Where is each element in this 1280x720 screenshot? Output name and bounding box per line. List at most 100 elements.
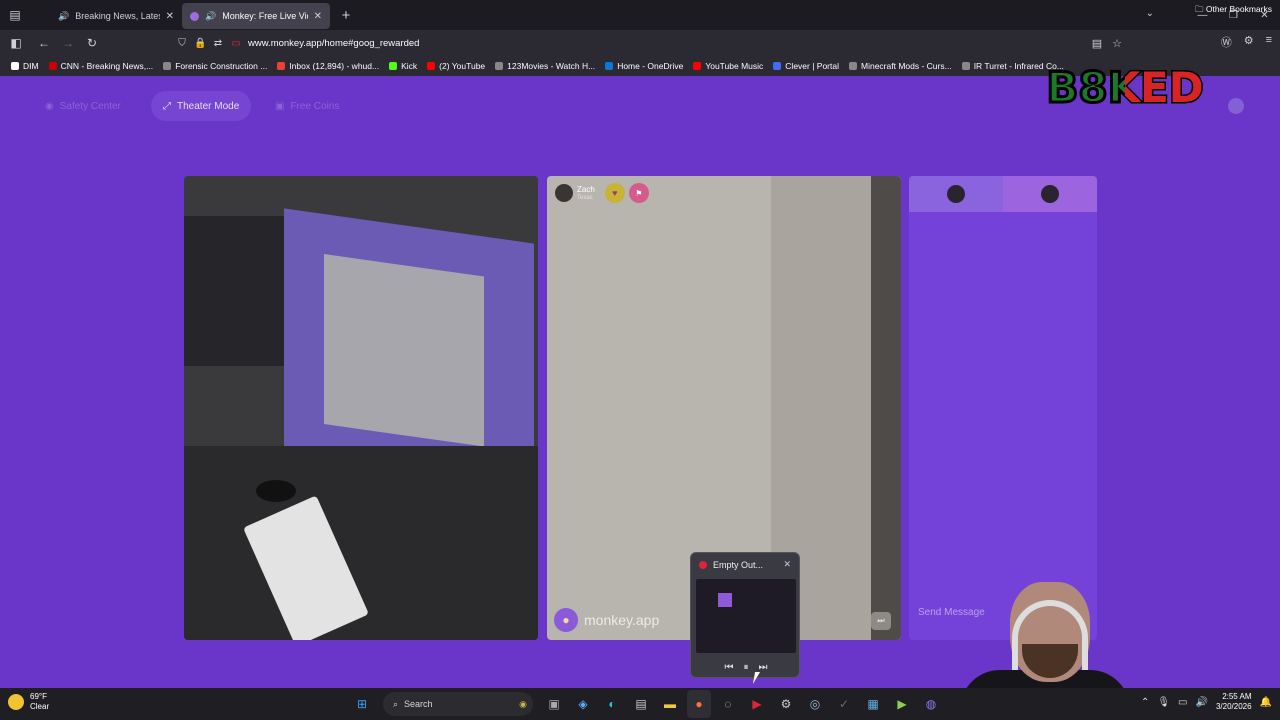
clock[interactable]: 2:55 AM 3/20/2026 — [1216, 692, 1252, 712]
steam-icon[interactable]: ◎ — [803, 690, 827, 718]
monkey-favicon-icon — [190, 11, 199, 21]
bookmark-label: Home - OneDrive — [617, 61, 684, 71]
store-icon[interactable]: ▤ — [629, 690, 653, 718]
folder-icon: 🗀 — [1194, 4, 1204, 14]
weather-widget[interactable]: 69°F Clear — [8, 692, 49, 712]
bookmark-item[interactable]: Minecraft Mods - Curs... — [844, 61, 957, 71]
bookmark-favicon-icon — [11, 62, 19, 70]
notification-icon[interactable]: 🔔 — [1260, 697, 1272, 708]
coins-icon: ▣ — [275, 100, 285, 112]
lock-icon[interactable]: 🔒 — [194, 38, 206, 49]
chevron-down-icon[interactable]: ⌄ — [1146, 8, 1154, 19]
bookmark-item[interactable]: CNN - Breaking News,... — [44, 61, 159, 71]
photos-icon[interactable]: ▦ — [861, 690, 885, 718]
camera-indicator-icon[interactable]: ▭ — [230, 38, 242, 49]
close-icon[interactable]: ✕ — [783, 559, 791, 570]
tab-list-icon[interactable]: ▤ — [2, 3, 28, 27]
safety-center-button[interactable]: ◉ Safety Center — [33, 91, 133, 121]
url-bar[interactable]: ⛉ 🔒 ⇄ ▭ www.monkey.app/home#goog_rewarde… — [176, 32, 1132, 54]
monkey-watermark: ● monkey.app — [554, 608, 659, 632]
windows-start-icon[interactable]: ⊞ — [350, 690, 374, 718]
heart-icon[interactable]: ♥ — [604, 183, 625, 203]
permissions-icon[interactable]: ⇄ — [212, 38, 224, 49]
search-label: Search — [404, 699, 433, 709]
monkey-logo-icon: ● — [554, 608, 578, 632]
app-icon[interactable]: ✓ — [832, 690, 856, 718]
bookmark-label: 123Movies - Watch H... — [507, 61, 596, 71]
app-icon[interactable]: ◌ — [716, 690, 740, 718]
report-icon[interactable]: ⚑ — [628, 183, 649, 203]
forward-icon[interactable]: → — [56, 32, 80, 54]
partner-location: Texas — [577, 194, 593, 201]
tab-cnn[interactable]: 🔊 Breaking News, Latest News ✕ — [50, 3, 182, 29]
new-tab-button[interactable]: + — [334, 7, 358, 24]
tab-monkey[interactable]: 🔊 Monkey: Free Live Video Chat ✕ — [182, 3, 330, 29]
skip-button[interactable]: ⏭ — [871, 612, 891, 630]
bookmark-star-icon[interactable]: ☆ — [1112, 37, 1122, 50]
edge-icon[interactable]: ◐ — [600, 690, 624, 718]
bookmark-item[interactable]: YouTube Music — [688, 61, 768, 71]
taskbar-search[interactable]: ⌕ Search ◉ — [383, 692, 533, 716]
bookmark-favicon-icon — [163, 62, 172, 70]
close-icon[interactable]: ✕ — [166, 11, 174, 22]
bookmark-label: (2) YouTube — [439, 61, 486, 71]
firefox-icon[interactable]: ● — [687, 690, 711, 718]
volume-icon[interactable]: 🔊 — [1196, 697, 1208, 708]
media-player-popup[interactable]: Empty Out... ✕ ⏮ ⏸ ⏭ — [690, 552, 800, 678]
bookmark-item[interactable]: Home - OneDrive — [600, 61, 688, 71]
settings-icon[interactable]: ⚙ — [774, 690, 798, 718]
bookmark-favicon-icon — [849, 62, 857, 70]
weather-desc: Clear — [30, 702, 50, 711]
microphone-icon[interactable]: 🎙 — [1157, 697, 1170, 708]
bookmark-item[interactable]: 123Movies - Watch H... — [490, 61, 600, 71]
bookmark-label: Clever | Portal — [785, 61, 839, 71]
free-coins-label: Free Coins — [290, 100, 340, 112]
chat-tab-partner[interactable] — [1003, 176, 1097, 212]
partner-name: Zach — [577, 184, 595, 194]
file-explorer-icon[interactable]: ▬ — [658, 690, 682, 718]
sidebar-toggle-icon[interactable]: ◧ — [4, 32, 28, 54]
free-coins-button[interactable]: ▣ Free Coins — [263, 91, 351, 121]
bookmark-favicon-icon — [495, 62, 504, 70]
search-highlight-icon: ◉ — [519, 698, 527, 709]
bookmark-item[interactable]: Inbox (12,894) - whud... — [272, 61, 384, 71]
task-view-icon[interactable]: ▣ — [542, 690, 566, 718]
bookmark-item[interactable]: Kick — [384, 61, 422, 71]
clock-time: 2:55 AM — [1222, 692, 1252, 701]
bookmark-favicon-icon — [389, 62, 398, 70]
network-icon[interactable]: ▭ — [1178, 697, 1187, 708]
copilot-icon[interactable]: ◈ — [571, 690, 595, 718]
avatar — [1041, 185, 1059, 203]
discord-icon[interactable]: ◍ — [919, 690, 943, 718]
pause-icon[interactable]: ⏸ — [744, 662, 749, 673]
media-app-icon[interactable]: ▶ — [745, 690, 769, 718]
taskbar: 69°F Clear ⊞ ⌕ Search ◉ ▣ ◈ ◐ ▤ ▬ ● ◌ ▶ … — [0, 688, 1280, 720]
account-icon[interactable]: Ⓦ — [1221, 34, 1232, 50]
bookmark-item[interactable]: Forensic Construction ... — [158, 61, 272, 71]
other-bookmarks[interactable]: 🗀 Other Bookmarks — [1195, 4, 1272, 18]
system-tray: ⌃ 🎙 ▭ 🔊 2:55 AM 3/20/2026 🔔 — [1141, 692, 1272, 712]
bookmark-favicon-icon — [773, 62, 782, 70]
reader-view-icon[interactable]: ▤ — [1092, 37, 1102, 50]
self-video — [184, 176, 538, 640]
chat-tab-self[interactable] — [909, 176, 1003, 212]
extensions-icon[interactable]: ⚙ — [1244, 34, 1254, 50]
bookmark-item[interactable]: (2) YouTube — [422, 61, 490, 71]
media-thumbnail[interactable] — [696, 579, 796, 653]
menu-icon[interactable]: ≡ — [1266, 34, 1272, 50]
theater-mode-button[interactable]: ⤢ Theater Mode — [151, 91, 252, 121]
profile-avatar[interactable] — [1228, 98, 1244, 114]
reload-icon[interactable]: ↻ — [80, 32, 104, 54]
close-icon[interactable]: ✕ — [314, 11, 322, 22]
previous-track-icon[interactable]: ⏮ — [725, 662, 734, 673]
chevron-up-icon[interactable]: ⌃ — [1141, 697, 1149, 708]
chat-tabs — [909, 176, 1097, 212]
bookmark-label: Kick — [401, 61, 418, 71]
partner-info[interactable]: Zach Texas ♥ ⚑ — [555, 182, 649, 204]
shield-icon[interactable]: ⛉ — [176, 38, 188, 49]
bookmark-item[interactable]: Clever | Portal — [768, 61, 844, 71]
back-icon[interactable]: ← — [32, 32, 56, 54]
bookmark-item[interactable]: DIM — [6, 61, 44, 71]
bookmark-favicon-icon — [693, 62, 702, 70]
game-app-icon[interactable]: ▶ — [890, 690, 914, 718]
